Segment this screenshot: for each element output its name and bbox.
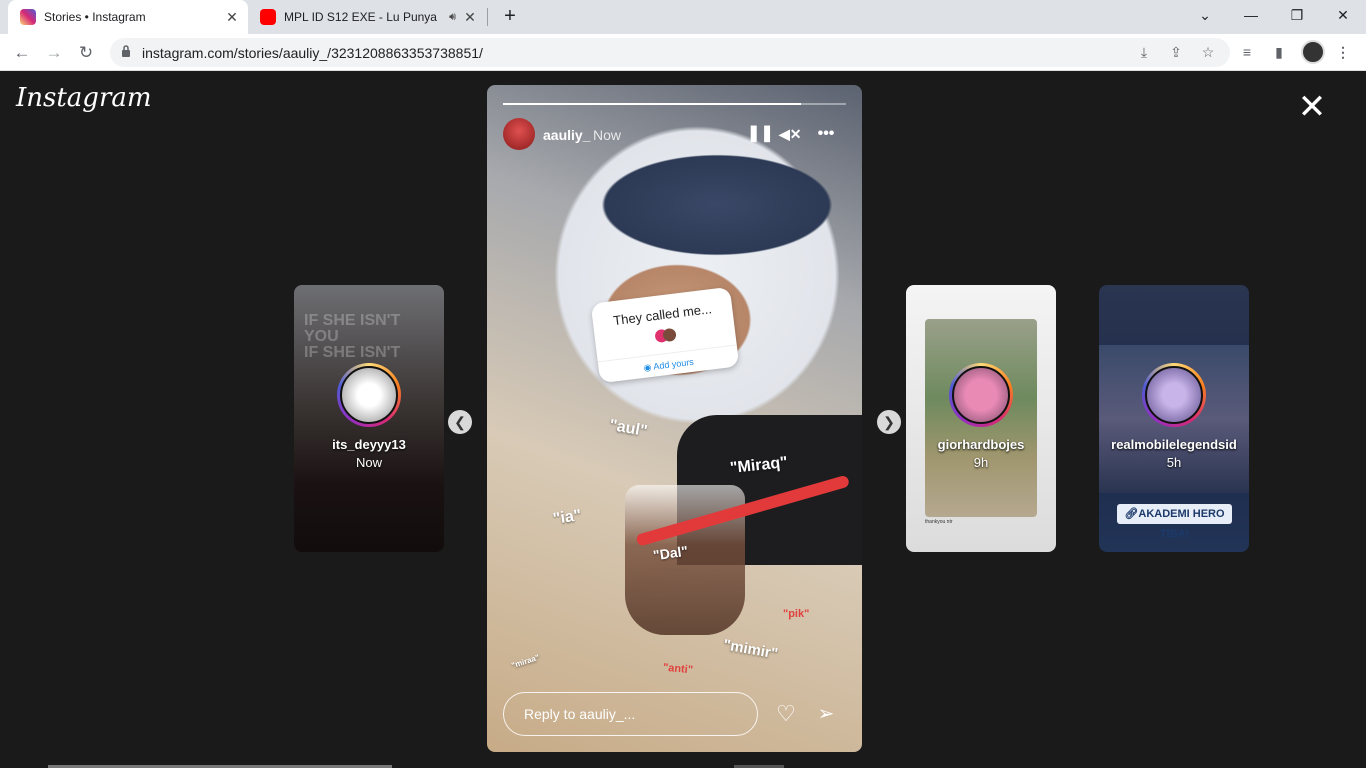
- mute-icon[interactable]: ◀✕: [779, 123, 802, 145]
- tab-title: MPL ID S12 EXE - Lu Punya: [284, 10, 437, 24]
- preview-avatar: [337, 363, 401, 427]
- preview-link-text: AKADEMI HERO TIBA!: [1138, 508, 1225, 540]
- preview-time: Now: [355, 455, 382, 470]
- story-tag: "anti": [662, 661, 694, 677]
- story-time: Now: [593, 127, 622, 143]
- new-tab-button[interactable]: +: [498, 5, 522, 29]
- preview-time: 5h: [1166, 455, 1182, 470]
- preview-username: its_deyyy13: [332, 437, 406, 452]
- preview-avatar: [1142, 363, 1206, 427]
- close-window-button[interactable]: ✕: [1320, 0, 1366, 34]
- tab-separator: [487, 8, 488, 26]
- story-preview-realmobilelegendsid[interactable]: realmobilelegendsid 5h 🔗︎AKADEMI HERO TI…: [1099, 285, 1249, 552]
- story-avatar[interactable]: [503, 118, 535, 150]
- media-control-icon[interactable]: ≡: [1237, 42, 1257, 62]
- story-tag: "aul": [607, 416, 649, 441]
- add-yours-sticker[interactable]: They called me... ◉ Add yours: [590, 286, 740, 384]
- pause-icon[interactable]: ❚❚: [747, 123, 774, 145]
- browser-toolbar: ← → ↻ instagram.com/stories/aauliy_/3231…: [0, 34, 1366, 71]
- link-icon: 🔗︎: [1124, 508, 1139, 520]
- add-yours-label: Add yours: [652, 356, 695, 372]
- tab-search-button[interactable]: ⌄: [1182, 0, 1228, 34]
- youtube-icon: [260, 9, 276, 25]
- back-icon[interactable]: ←: [9, 40, 35, 66]
- close-tab-icon[interactable]: ✕: [460, 9, 480, 26]
- story-preview-its-deyyy13[interactable]: IF SHE ISN'T YOU IF SHE ISN'T its_deyyy1…: [294, 285, 444, 552]
- address-bar[interactable]: instagram.com/stories/aauliy_/3231208863…: [110, 38, 1230, 67]
- stories-viewer: Instagram ✕ IF SHE ISN'T YOU IF SHE ISN'…: [0, 71, 1366, 768]
- story-username[interactable]: aauliy_: [543, 127, 590, 143]
- bookmark-star-icon[interactable]: ☆: [1198, 42, 1218, 62]
- story-tag: "pik": [783, 608, 810, 620]
- tab-title: Stories • Instagram: [44, 10, 146, 24]
- install-icon[interactable]: ⤓: [1134, 42, 1154, 62]
- minimize-button[interactable]: —: [1228, 0, 1274, 34]
- reply-input[interactable]: Reply to aauliy_...: [503, 692, 758, 736]
- story-tag: "ia": [551, 507, 583, 528]
- restore-button[interactable]: ❐: [1274, 0, 1320, 34]
- url-text: instagram.com/stories/aauliy_/3231208863…: [142, 45, 483, 61]
- next-story-button[interactable]: ❯: [877, 410, 901, 434]
- reload-icon[interactable]: ↻: [73, 40, 99, 66]
- preview-username: realmobilelegendsid: [1111, 437, 1237, 452]
- audio-playing-icon[interactable]: 🔊︎: [449, 11, 456, 24]
- story-progress-fill: [503, 103, 802, 105]
- story-tag: "miraa": [510, 652, 541, 671]
- lock-icon: [122, 45, 130, 57]
- tab-instagram[interactable]: Stories • Instagram ✕: [8, 0, 248, 34]
- preview-avatar: [949, 363, 1013, 427]
- story-preview-giorhardbojes[interactable]: giorhardbojes 9h thankyou ntr: [906, 285, 1056, 552]
- previous-story-button[interactable]: ❮: [448, 410, 472, 434]
- sticker-participants: [654, 327, 677, 344]
- story-viewer[interactable]: aauliy_ Now ❚❚ ◀✕ ••• They called me... …: [487, 85, 862, 752]
- preview-username: giorhardbojes: [937, 437, 1025, 452]
- more-options-icon[interactable]: •••: [815, 123, 837, 145]
- preview-caption: thankyou ntr: [925, 519, 953, 525]
- story-photo-cup: [625, 485, 745, 635]
- tab-youtube[interactable]: MPL ID S12 EXE - Lu Punya 🔊︎ ✕: [250, 0, 486, 34]
- forward-icon[interactable]: →: [41, 40, 67, 66]
- close-tab-icon[interactable]: ✕: [222, 9, 242, 26]
- story-tag: "mimir": [721, 636, 780, 663]
- preview-overlay-text: IF SHE ISN'T YOU IF SHE ISN'T: [304, 312, 401, 361]
- instagram-icon: [20, 9, 36, 25]
- share-icon[interactable]: ⇪: [1166, 42, 1186, 62]
- add-yours-button[interactable]: ◉ Add yours: [597, 344, 739, 380]
- browser-menu-icon[interactable]: ⋮: [1333, 42, 1353, 62]
- preview-link-sticker: 🔗︎AKADEMI HERO TIBA!: [1117, 504, 1232, 540]
- like-heart-icon[interactable]: ♡: [772, 700, 800, 728]
- sticker-question: They called me...: [612, 301, 713, 329]
- instagram-logo[interactable]: Instagram: [16, 83, 152, 113]
- story-progress-bar: [503, 103, 846, 105]
- send-direct-icon[interactable]: ➢: [812, 700, 840, 728]
- tab-strip: Stories • Instagram ✕ MPL ID S12 EXE - L…: [0, 0, 1366, 34]
- profile-avatar[interactable]: [1301, 40, 1325, 64]
- preview-time: 9h: [973, 455, 989, 470]
- close-stories-button[interactable]: ✕: [1297, 90, 1327, 124]
- side-panel-icon[interactable]: ▮: [1269, 42, 1289, 62]
